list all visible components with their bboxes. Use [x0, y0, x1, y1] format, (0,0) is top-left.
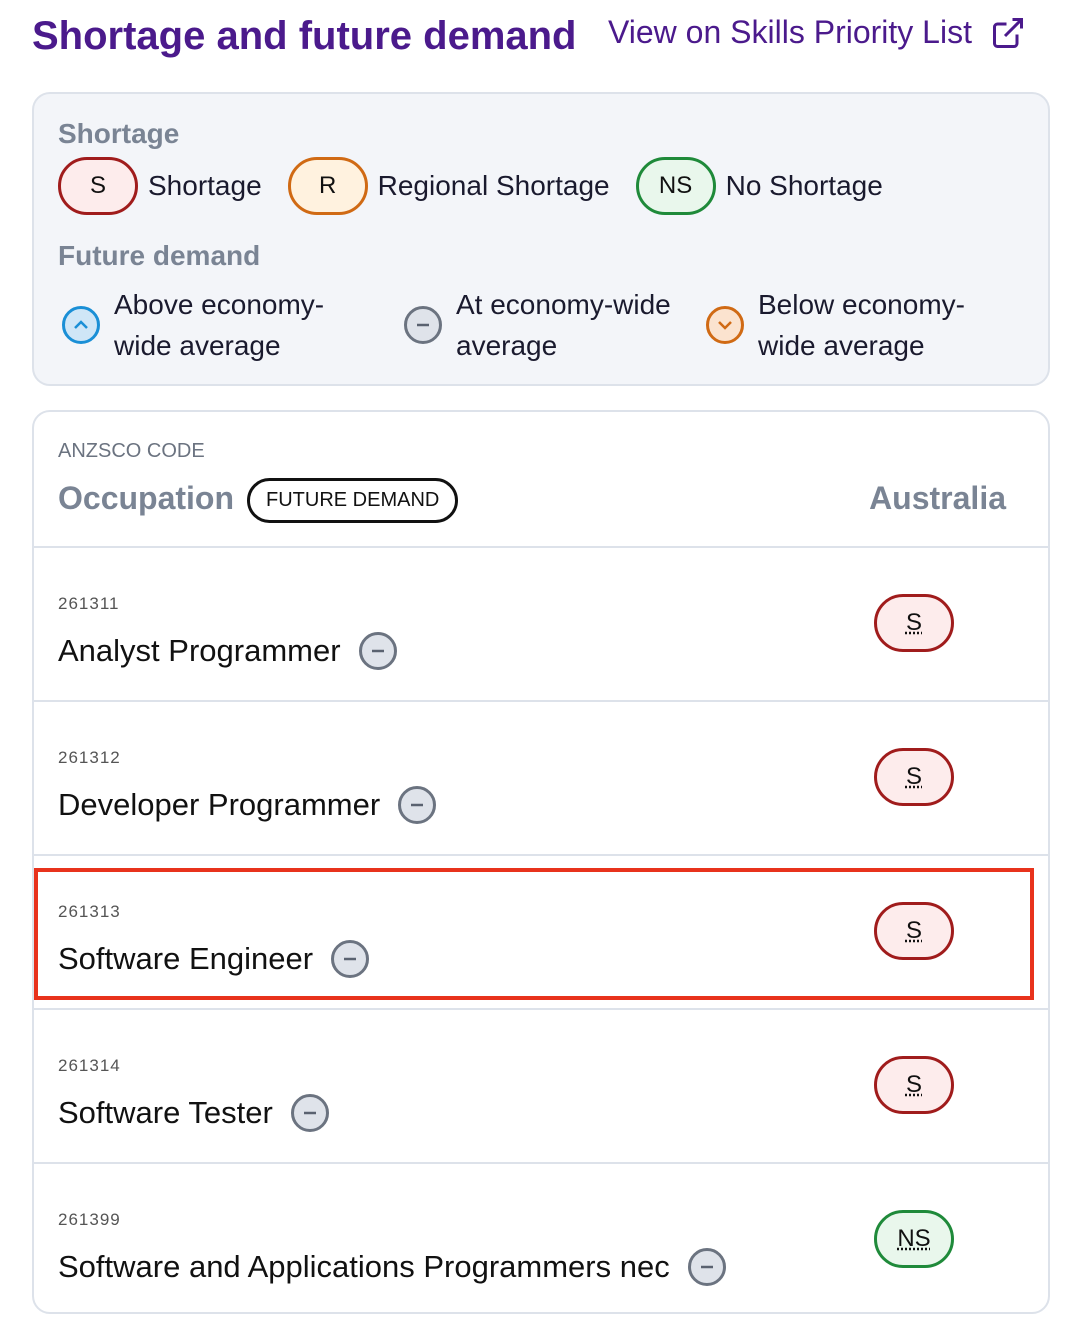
chevron-up-circle-icon — [62, 306, 100, 344]
skills-priority-list-link[interactable]: View on Skills Priority List — [608, 14, 1026, 51]
shortage-status-badge[interactable]: S — [874, 594, 954, 652]
chevron-down-circle-icon — [706, 306, 744, 344]
minus-circle-icon — [404, 306, 442, 344]
page-title: Shortage and future demand — [32, 14, 577, 58]
anzsco-code: 261314 — [58, 1056, 121, 1075]
occupation-name[interactable]: Software and Applications Programmers ne… — [58, 1249, 670, 1285]
anzsco-code: 261313 — [58, 902, 121, 921]
minus-circle-icon — [331, 940, 370, 978]
shortage-label: Shortage — [148, 170, 262, 201]
external-link-icon — [992, 17, 1023, 48]
table-row[interactable]: 261312 Developer Programmer S — [34, 702, 1048, 856]
occupation-name[interactable]: Software Tester — [58, 1095, 273, 1131]
minus-circle-icon — [358, 632, 397, 670]
anzsco-code: 261312 — [58, 748, 121, 767]
future-demand-heading: Future demand — [58, 240, 261, 271]
shortage-heading: Shortage — [58, 118, 180, 149]
link-label: View on Skills Priority List — [608, 14, 972, 50]
no-shortage-pill: NS — [635, 157, 716, 215]
legend-panel: Shortage S Shortage R Regional Shortage … — [32, 92, 1050, 386]
anzsco-code: 261311 — [58, 594, 120, 613]
table-row[interactable]: 261313 Software Engineer S — [34, 856, 1048, 1010]
anzsco-code: 261399 — [58, 1210, 121, 1229]
table-row[interactable]: 261314 Software Tester S — [34, 1010, 1048, 1164]
table-row[interactable]: 261311 Analyst Programmer S — [34, 548, 1048, 702]
occupation-header[interactable]: Occupation — [58, 480, 234, 517]
table-header: ANZSCO CODE Occupation FUTURE DEMAND Aus… — [34, 412, 1048, 548]
occupation-name[interactable]: Software Engineer — [58, 941, 313, 977]
occupation-name[interactable]: Analyst Programmer — [58, 633, 341, 669]
future-demand-badge: FUTURE DEMAND — [247, 478, 459, 523]
at-average-label: At economy-wide average — [456, 289, 671, 361]
minus-circle-icon — [687, 1248, 726, 1286]
regional-shortage-label: Regional Shortage — [377, 170, 610, 201]
minus-circle-icon — [398, 786, 437, 824]
below-average-label: Below economy-wide average — [758, 289, 965, 361]
occupation-table: ANZSCO CODE Occupation FUTURE DEMAND Aus… — [32, 410, 1050, 1314]
minus-circle-icon — [290, 1094, 329, 1132]
table-row[interactable]: 261399 Software and Applications Program… — [34, 1164, 1048, 1312]
australia-header: Australia — [869, 480, 1006, 516]
anzsco-code-header: ANZSCO CODE — [58, 440, 205, 462]
no-shortage-label: No Shortage — [725, 170, 883, 201]
above-average-label: Above economy-wide average — [114, 289, 325, 361]
shortage-status-badge[interactable]: NS — [874, 1210, 954, 1268]
shortage-pill: S — [58, 157, 138, 215]
regional-shortage-pill: R — [287, 157, 368, 215]
occupation-name[interactable]: Developer Programmer — [58, 787, 380, 823]
shortage-status-badge[interactable]: S — [874, 1056, 954, 1114]
shortage-status-badge[interactable]: S — [874, 902, 954, 960]
shortage-status-badge[interactable]: S — [874, 748, 954, 806]
